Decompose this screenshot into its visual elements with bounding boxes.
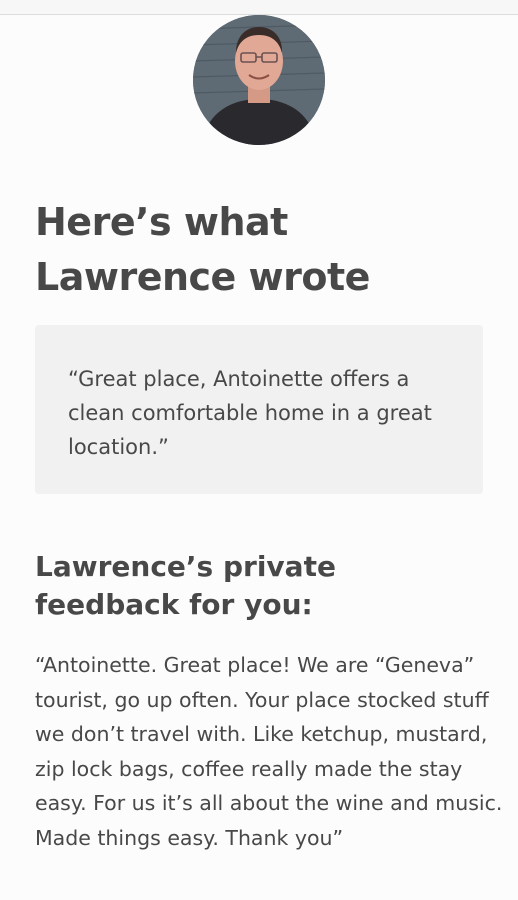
private-feedback-text: “Antoinette. Great place! We are “Geneva… <box>35 653 503 850</box>
user-avatar-photo-icon <box>193 15 325 145</box>
page-title: Here’s what Lawrence wrote <box>35 195 495 305</box>
private-feedback-title: Lawrence’s private feedback for you: <box>35 548 495 624</box>
review-page: Here’s what Lawrence wrote “Great place,… <box>0 15 518 900</box>
top-bar <box>0 0 518 15</box>
private-feedback-title-line-1: Lawrence’s private <box>35 550 336 583</box>
avatar <box>193 15 325 145</box>
page-title-line-2: Lawrence wrote <box>35 255 370 299</box>
public-review-box: “Great place, Antoinette offers a clean … <box>35 325 483 494</box>
page-title-line-1: Here’s what <box>35 200 288 244</box>
private-feedback-title-line-2: feedback for you: <box>35 588 313 621</box>
public-review-text: “Great place, Antoinette offers a clean … <box>68 367 432 459</box>
